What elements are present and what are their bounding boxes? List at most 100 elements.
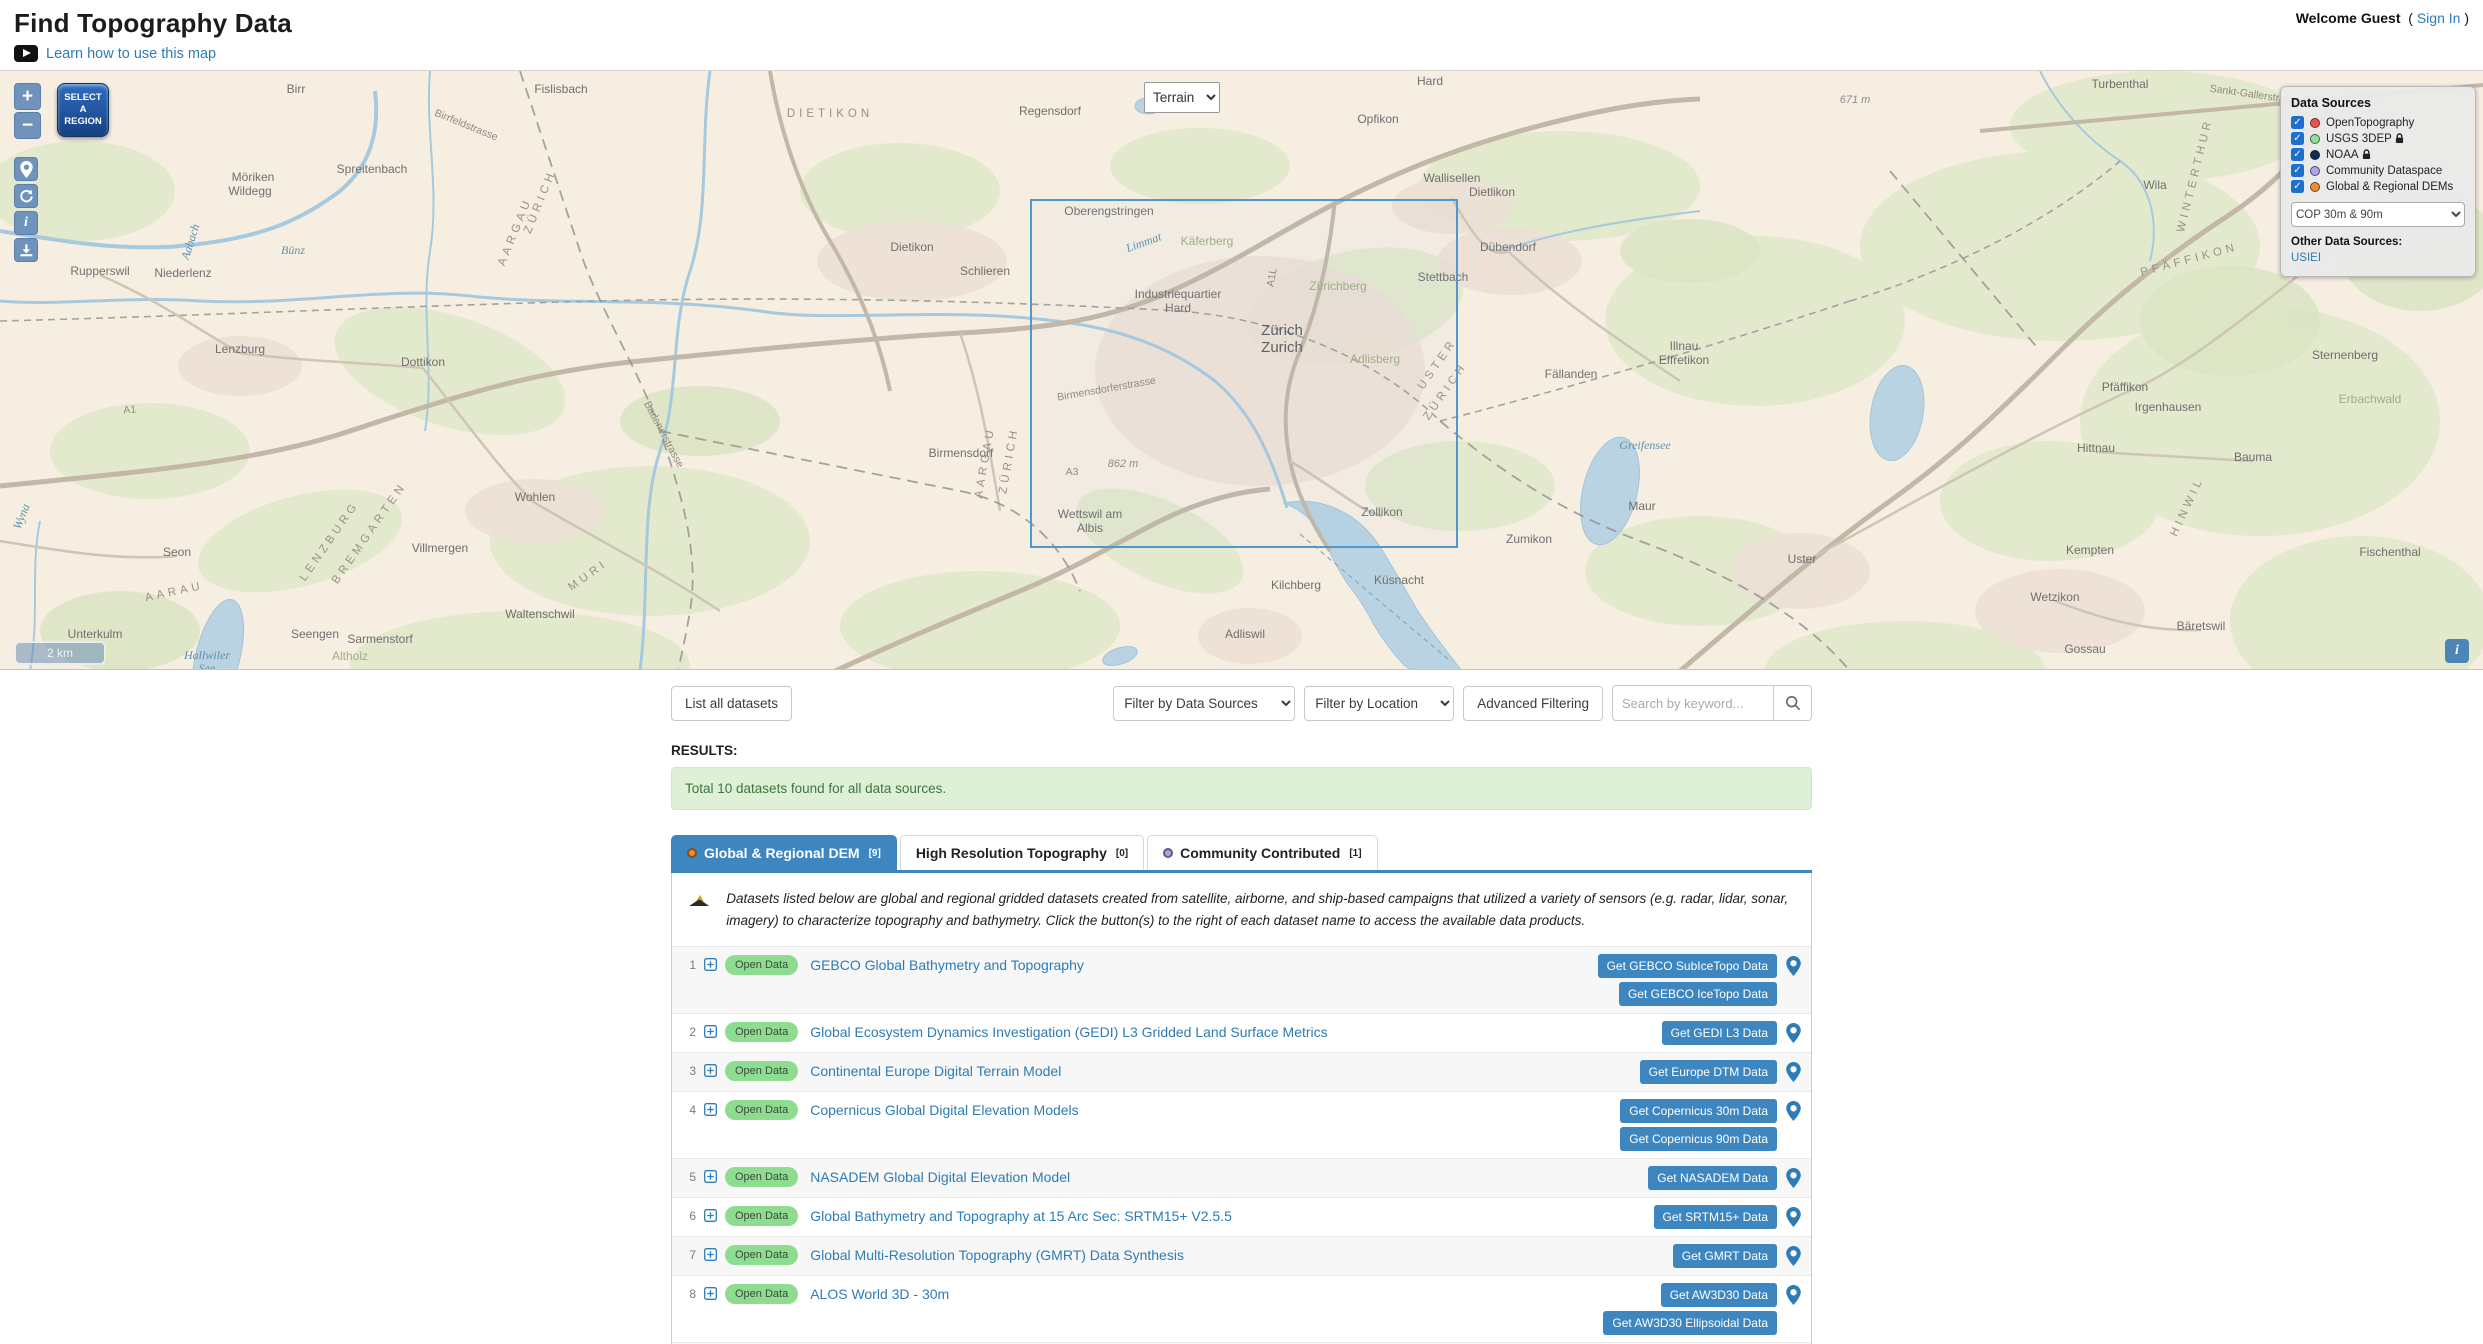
expand-icon[interactable] bbox=[704, 1248, 717, 1261]
map-label: Fislisbach bbox=[534, 82, 587, 96]
map-label: A1 bbox=[123, 403, 137, 416]
get-data-button[interactable]: Get GEBCO IceTopo Data bbox=[1619, 982, 1777, 1006]
dataset-title-link[interactable]: Continental Europe Digital Terrain Model bbox=[810, 1060, 1639, 1079]
dataset-buttons: Get SRTM15+ Data bbox=[1654, 1205, 1778, 1229]
tab-description-text: Datasets listed below are global and reg… bbox=[726, 888, 1795, 933]
data-source-label: Global & Regional DEMs bbox=[2326, 181, 2453, 193]
tab-label: Community Contributed bbox=[1180, 845, 1340, 861]
map-viewport[interactable]: BirrFislisbachMörikenWildeggSpreitenbach… bbox=[0, 70, 2483, 670]
expand-icon[interactable] bbox=[704, 1103, 717, 1116]
map-pin-icon[interactable] bbox=[1786, 1285, 1801, 1305]
get-data-button[interactable]: Get Copernicus 90m Data bbox=[1620, 1127, 1777, 1151]
attribution-button[interactable]: i bbox=[2445, 639, 2469, 663]
data-source-checkbox[interactable]: ✓ bbox=[2291, 116, 2304, 129]
map-pin-icon[interactable] bbox=[1786, 1062, 1801, 1082]
expand-icon[interactable] bbox=[704, 1064, 717, 1077]
usiei-link[interactable]: USIEI bbox=[2291, 252, 2321, 264]
tab-global-regional-dem[interactable]: Global & Regional DEM[9] bbox=[671, 835, 897, 870]
map-pin-icon[interactable] bbox=[1786, 1207, 1801, 1227]
expand-icon[interactable] bbox=[704, 1025, 717, 1038]
map-pin-icon[interactable] bbox=[1786, 1023, 1801, 1043]
sign-in-link[interactable]: Sign In bbox=[2417, 10, 2461, 26]
map-label: Birr bbox=[287, 82, 306, 96]
tab-dot bbox=[687, 848, 697, 858]
map-label: Fällanden bbox=[1545, 367, 1598, 381]
lock-icon bbox=[2362, 149, 2371, 160]
data-source-checkbox[interactable]: ✓ bbox=[2291, 164, 2304, 177]
map-pin-icon[interactable] bbox=[1786, 1101, 1801, 1121]
dataset-buttons: Get Copernicus 30m Data Get Copernicus 90… bbox=[1620, 1099, 1777, 1151]
reset-view-button[interactable] bbox=[14, 184, 38, 208]
dem-select[interactable]: COP 30m & 90m bbox=[2291, 202, 2465, 227]
dataset-title-link[interactable]: Global Bathymetry and Topography at 15 A… bbox=[810, 1205, 1653, 1224]
expand-icon[interactable] bbox=[704, 1170, 717, 1183]
map-label: Bäretswil bbox=[2177, 619, 2226, 633]
open-data-badge: Open Data bbox=[725, 1100, 798, 1120]
data-source-dot bbox=[2310, 150, 2320, 160]
other-data-sources-title: Other Data Sources: bbox=[2291, 236, 2465, 248]
search-button[interactable] bbox=[1774, 685, 1812, 721]
dataset-title-link[interactable]: ALOS World 3D - 30m bbox=[810, 1283, 1603, 1302]
map-label: Wohlen bbox=[515, 490, 555, 504]
map-label: Erbachwald bbox=[2339, 392, 2402, 406]
map-label: Bauma bbox=[2234, 450, 2272, 464]
select-region-button[interactable]: SELECT A REGION bbox=[57, 83, 109, 137]
dataset-title-link[interactable]: Global Multi-Resolution Topography (GMRT… bbox=[810, 1244, 1673, 1263]
zoom-out-button[interactable]: − bbox=[14, 112, 41, 139]
dataset-title-link[interactable]: Global Ecosystem Dynamics Investigation … bbox=[810, 1021, 1661, 1040]
map-label: Illnau bbox=[1670, 339, 1699, 353]
map-label: 671 m bbox=[1840, 94, 1871, 106]
info-button[interactable]: i bbox=[14, 211, 38, 235]
download-button[interactable] bbox=[14, 238, 38, 262]
get-data-button[interactable]: Get AW3D30 Ellipsoidal Data bbox=[1603, 1311, 1777, 1335]
learn-link[interactable]: Learn how to use this map bbox=[46, 46, 216, 62]
basemap-select[interactable]: Terrain bbox=[1144, 82, 1220, 113]
dataset-title-link[interactable]: Copernicus Global Digital Elevation Mode… bbox=[810, 1099, 1620, 1118]
search-input[interactable] bbox=[1612, 685, 1774, 721]
filter-data-sources-select[interactable]: Filter by Data Sources bbox=[1113, 686, 1295, 721]
get-data-button[interactable]: Get GMRT Data bbox=[1673, 1244, 1777, 1268]
expand-icon[interactable] bbox=[704, 1209, 717, 1222]
data-source-checkbox[interactable]: ✓ bbox=[2291, 148, 2304, 161]
map-label: Fischenthal bbox=[2359, 545, 2420, 559]
advanced-filtering-button[interactable]: Advanced Filtering bbox=[1463, 686, 1603, 721]
get-data-button[interactable]: Get NASADEM Data bbox=[1648, 1166, 1777, 1190]
dataset-row: 1Open DataGEBCO Global Bathymetry and To… bbox=[672, 946, 1811, 1013]
tab-description: Datasets listed below are global and reg… bbox=[672, 873, 1811, 946]
data-source-label: USGS 3DEP bbox=[2326, 133, 2404, 145]
map-pin-icon[interactable] bbox=[1786, 1168, 1801, 1188]
map-label: Kilchberg bbox=[1271, 578, 1321, 592]
map-label: Hallwiler bbox=[183, 648, 230, 662]
map-label: Sarmenstorf bbox=[347, 632, 413, 646]
user-status: Welcome Guest ( Sign In ) bbox=[2296, 8, 2469, 26]
get-data-button[interactable]: Get SRTM15+ Data bbox=[1654, 1205, 1778, 1229]
data-source-checkbox[interactable]: ✓ bbox=[2291, 180, 2304, 193]
map-label: See bbox=[199, 661, 216, 670]
map-pin-icon[interactable] bbox=[1786, 956, 1801, 976]
get-data-button[interactable]: Get GEBCO SubIceTopo Data bbox=[1598, 954, 1777, 978]
dataset-title-link[interactable]: GEBCO Global Bathymetry and Topography bbox=[810, 954, 1597, 973]
get-data-button[interactable]: Get Copernicus 30m Data bbox=[1620, 1099, 1777, 1123]
tab-community-contributed[interactable]: Community Contributed[1] bbox=[1147, 835, 1377, 870]
dataset-number: 4 bbox=[680, 1099, 696, 1117]
dataset-title-link[interactable]: NASADEM Global Digital Elevation Model bbox=[810, 1166, 1648, 1185]
map-selection-rectangle[interactable] bbox=[1030, 199, 1458, 548]
get-data-button[interactable]: Get AW3D30 Data bbox=[1661, 1283, 1777, 1307]
video-play-icon[interactable] bbox=[14, 45, 38, 62]
list-all-datasets-button[interactable]: List all datasets bbox=[671, 686, 792, 721]
filter-location-select[interactable]: Filter by Location bbox=[1304, 686, 1454, 721]
dataset-buttons: Get GEDI L3 Data bbox=[1662, 1021, 1777, 1045]
open-data-badge: Open Data bbox=[725, 1167, 798, 1187]
map-label: Dottikon bbox=[401, 355, 445, 369]
map-pin-icon[interactable] bbox=[1786, 1246, 1801, 1266]
data-source-checkbox[interactable]: ✓ bbox=[2291, 132, 2304, 145]
tab-high-resolution-topography[interactable]: High Resolution Topography[0] bbox=[900, 835, 1144, 870]
zoom-in-button[interactable]: + bbox=[14, 83, 41, 110]
locate-button[interactable] bbox=[14, 157, 38, 181]
get-data-button[interactable]: Get GEDI L3 Data bbox=[1662, 1021, 1777, 1045]
get-data-button[interactable]: Get Europe DTM Data bbox=[1640, 1060, 1777, 1084]
lock-icon bbox=[2395, 133, 2404, 144]
map-label: Möriken bbox=[232, 170, 275, 184]
expand-icon[interactable] bbox=[704, 1287, 717, 1300]
expand-icon[interactable] bbox=[704, 958, 717, 971]
